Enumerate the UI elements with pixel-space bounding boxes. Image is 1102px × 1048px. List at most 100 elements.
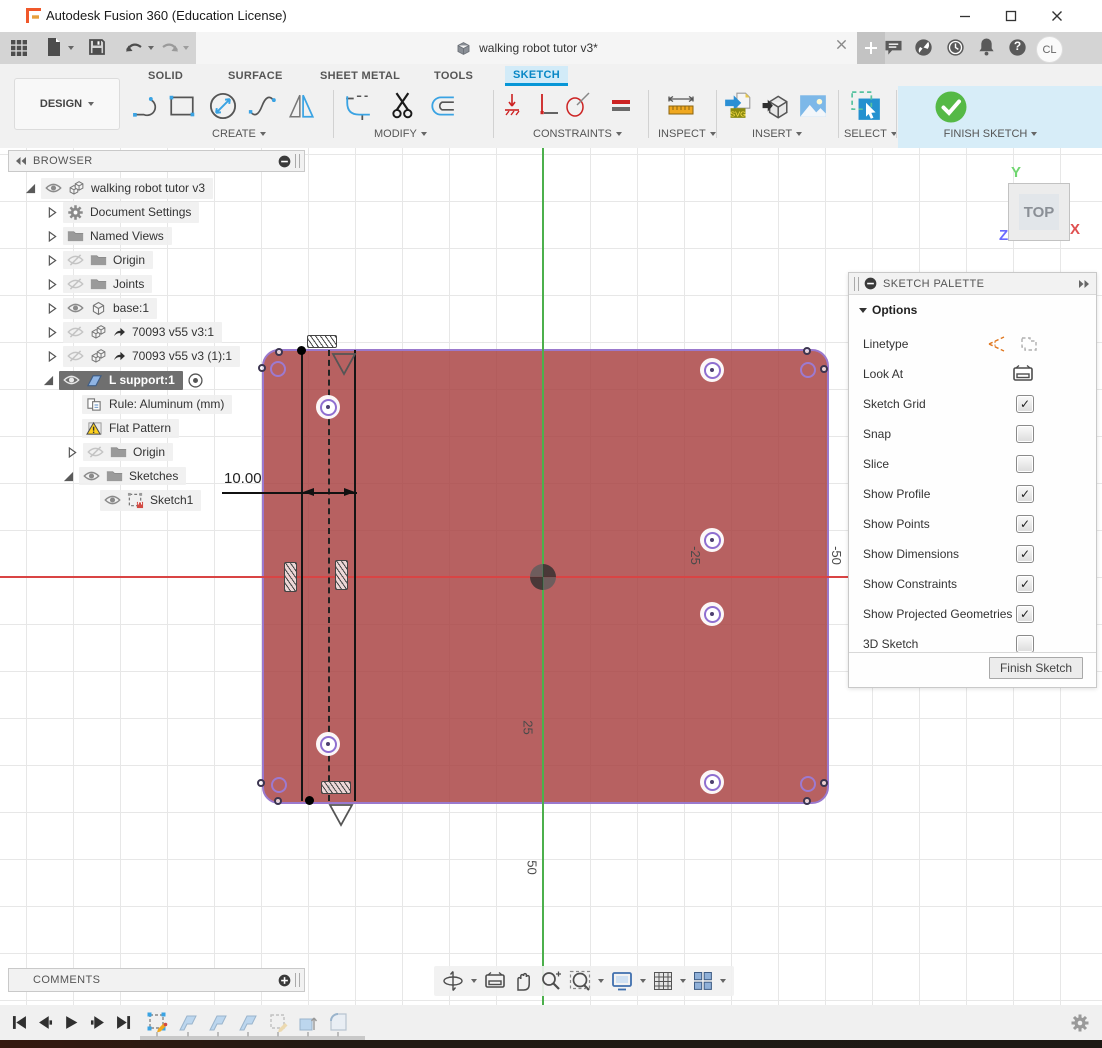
notifications-bell-icon[interactable] <box>978 37 995 56</box>
tab-sketch[interactable]: SKETCH <box>505 66 568 86</box>
modify-offset-icon[interactable] <box>428 92 456 120</box>
group-constraints[interactable]: CONSTRAINTS <box>533 128 622 140</box>
timeline-step-forward-icon[interactable] <box>90 1015 105 1030</box>
panel-display-toggle-icon[interactable] <box>864 277 877 290</box>
expander-expanded-icon[interactable] <box>25 183 36 194</box>
expander-expanded-icon[interactable] <box>63 471 74 482</box>
tree-row-document-settings[interactable]: Document Settings <box>8 200 305 224</box>
parallel-constraint-icon[interactable] <box>284 562 297 592</box>
viewports-caret[interactable] <box>720 979 726 983</box>
sketch-point[interactable] <box>803 797 811 805</box>
finish-sketch-palette-button[interactable]: Finish Sketch <box>989 657 1083 679</box>
visibility-on-icon[interactable] <box>45 182 62 194</box>
tree-row-70093-v55-v3[interactable]: 70093 v55 v3:1 <box>8 320 305 344</box>
close-button[interactable] <box>1040 2 1074 30</box>
tree-row-root[interactable]: walking robot tutor v3 <box>8 176 305 200</box>
tree-row-origin-2[interactable]: Origin <box>8 440 305 464</box>
look-at-icon[interactable] <box>1012 365 1034 383</box>
tree-row-named-views[interactable]: Named Views <box>8 224 305 248</box>
tree-item-label[interactable]: Origin <box>133 445 165 459</box>
symmetry-constraint-icon[interactable] <box>331 352 357 376</box>
sketch-hole-point[interactable] <box>700 528 724 552</box>
tree-row-joints[interactable]: Joints <box>8 272 305 296</box>
tab-solid[interactable]: SOLID <box>140 66 191 86</box>
visibility-off-icon[interactable] <box>87 446 104 458</box>
tree-item-label[interactable]: 70093 v55 v3 (1):1 <box>132 349 232 363</box>
new-document-tab-button[interactable] <box>857 32 885 64</box>
visibility-off-icon[interactable] <box>67 254 84 266</box>
view-cube[interactable]: TOP <box>1008 183 1070 241</box>
group-create[interactable]: CREATE <box>212 128 266 140</box>
expand-panel-icon[interactable] <box>1078 279 1090 289</box>
sketch-palette-header[interactable]: SKETCH PALETTE <box>849 273 1096 295</box>
extensions-icon[interactable] <box>914 38 933 57</box>
tree-row-origin[interactable]: Origin <box>8 248 305 272</box>
browser-panel-header[interactable]: BROWSER <box>8 150 305 172</box>
job-status-clock-icon[interactable] <box>946 38 965 57</box>
expander-collapsed-icon[interactable] <box>48 255 57 266</box>
create-rectangle-icon[interactable] <box>168 92 196 120</box>
show-projected-geometries-checkbox[interactable] <box>1016 605 1034 623</box>
panel-grip[interactable] <box>854 277 859 291</box>
reference-linetype-icon[interactable] <box>1018 335 1040 353</box>
timeline-feature-extrude[interactable] <box>296 1012 320 1032</box>
corner-circle[interactable] <box>800 776 816 792</box>
group-select[interactable]: SELECT <box>844 128 897 140</box>
expander-expanded-icon[interactable] <box>43 375 54 386</box>
sketch-point[interactable] <box>274 797 282 805</box>
collinear-constraint-icon[interactable] <box>321 781 351 794</box>
3d-sketch-checkbox[interactable] <box>1016 635 1034 653</box>
redo-icon[interactable] <box>160 40 180 56</box>
snap-checkbox[interactable] <box>1016 425 1034 443</box>
expander-collapsed-icon[interactable] <box>68 447 77 458</box>
tree-row-rule-aluminum[interactable]: Rule: Aluminum (mm) <box>8 392 305 416</box>
tree-item-label[interactable]: Named Views <box>90 229 164 243</box>
create-line-icon[interactable] <box>132 92 160 120</box>
slice-checkbox[interactable] <box>1016 455 1034 473</box>
constraint-tangent-icon[interactable] <box>564 92 590 118</box>
pan-icon[interactable] <box>513 970 533 992</box>
zoom-icon[interactable] <box>540 970 562 992</box>
tree-row-sketches[interactable]: Sketches <box>8 464 305 488</box>
construction-linetype-icon[interactable] <box>986 335 1008 353</box>
tree-item-label[interactable]: Document Settings <box>90 205 191 219</box>
origin-point[interactable] <box>530 564 556 590</box>
orbit-caret[interactable] <box>471 979 477 983</box>
add-comment-icon[interactable] <box>278 974 291 987</box>
sketch-point[interactable] <box>820 365 828 373</box>
show-points-checkbox[interactable] <box>1016 515 1034 533</box>
select-tool-icon[interactable] <box>850 90 882 122</box>
look-at-icon[interactable] <box>484 972 506 990</box>
viewports-icon[interactable] <box>693 971 713 991</box>
app-grid-menu-icon[interactable] <box>10 39 28 57</box>
sketch-grid-checkbox[interactable] <box>1016 395 1034 413</box>
collapse-panel-icon[interactable] <box>15 156 27 166</box>
visibility-on-icon[interactable] <box>104 494 121 506</box>
sketch-point[interactable] <box>803 347 811 355</box>
sketch-hole-point[interactable] <box>700 602 724 626</box>
help-icon[interactable]: ? <box>1008 38 1027 57</box>
expander-collapsed-icon[interactable] <box>48 303 57 314</box>
corner-circle[interactable] <box>271 777 287 793</box>
redo-caret[interactable] <box>183 46 189 50</box>
tree-row-l-support[interactable]: L support:1 <box>8 368 305 392</box>
view-cube-face[interactable]: TOP <box>1019 194 1059 230</box>
insert-svg-icon[interactable] <box>723 90 753 120</box>
display-caret[interactable] <box>640 979 646 983</box>
document-tab[interactable]: walking robot tutor v3* <box>196 32 857 64</box>
tree-item-label[interactable]: Joints <box>113 277 144 291</box>
undo-icon[interactable] <box>124 40 144 56</box>
undo-caret[interactable] <box>148 46 154 50</box>
panel-grip[interactable] <box>295 154 300 168</box>
sketch-hole-point[interactable] <box>700 358 724 382</box>
collinear-constraint-icon[interactable] <box>307 335 337 348</box>
group-insert[interactable]: INSERT <box>752 128 802 140</box>
fit-caret[interactable] <box>598 979 604 983</box>
timeline-feature-sketch-suppressed[interactable] <box>266 1012 290 1032</box>
sketch-endpoint[interactable] <box>305 796 314 805</box>
file-menu-icon[interactable] <box>46 37 62 57</box>
visibility-on-icon[interactable] <box>67 302 84 314</box>
activate-component-radio-icon[interactable] <box>188 373 203 388</box>
tree-item-label[interactable]: Flat Pattern <box>109 421 171 435</box>
tree-item-label[interactable]: base:1 <box>113 301 149 315</box>
